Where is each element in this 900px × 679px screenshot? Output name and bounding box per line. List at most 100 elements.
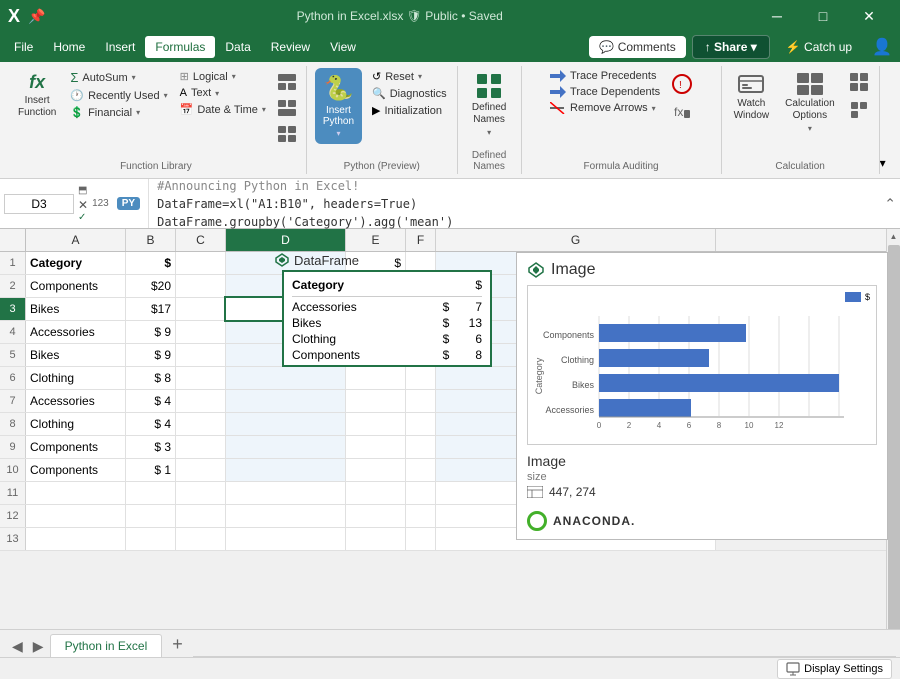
insert-python-button[interactable]: 🐍 InsertPython ▾ bbox=[315, 68, 362, 144]
scroll-up-button[interactable]: ▲ bbox=[887, 229, 900, 243]
close-button[interactable]: ✕ bbox=[846, 0, 892, 32]
cell-e7[interactable] bbox=[346, 390, 406, 412]
menu-home[interactable]: Home bbox=[43, 36, 95, 58]
cell-d12[interactable] bbox=[226, 505, 346, 527]
cell-a1[interactable]: Category bbox=[26, 252, 126, 274]
reset-button[interactable]: ↺ Reset ▾ bbox=[368, 68, 451, 85]
account-button[interactable]: 👤 bbox=[868, 33, 896, 61]
display-settings-button[interactable]: Display Settings bbox=[777, 659, 892, 679]
calc-sheet-button[interactable] bbox=[845, 98, 873, 122]
menu-insert[interactable]: Insert bbox=[95, 36, 145, 58]
cell-f10[interactable] bbox=[406, 459, 436, 481]
cell-b13[interactable] bbox=[126, 528, 176, 550]
row-header-1[interactable]: 1 bbox=[0, 252, 26, 274]
initialization-button[interactable]: ▶ Initialization bbox=[368, 102, 451, 119]
cell-a9[interactable]: Components bbox=[26, 436, 126, 458]
recently-used-button[interactable]: 🕐 Recently Used ▾ bbox=[66, 87, 171, 104]
error-check-button[interactable]: ! bbox=[668, 72, 696, 96]
cell-f11[interactable] bbox=[406, 482, 436, 504]
cell-d8[interactable] bbox=[226, 413, 346, 435]
cell-f7[interactable] bbox=[406, 390, 436, 412]
cell-reference-box[interactable] bbox=[4, 194, 74, 214]
maximize-button[interactable]: □ bbox=[800, 0, 846, 32]
scroll-thumb[interactable] bbox=[888, 245, 900, 632]
cell-a10[interactable]: Components bbox=[26, 459, 126, 481]
cell-f8[interactable] bbox=[406, 413, 436, 435]
cell-c12[interactable] bbox=[176, 505, 226, 527]
cell-b10[interactable]: $ 1 bbox=[126, 459, 176, 481]
remove-arrows-button[interactable]: Remove Arrows ▾ bbox=[546, 100, 664, 116]
ribbon-expand[interactable]: ▾ bbox=[880, 66, 886, 174]
text-button[interactable]: A Text ▾ bbox=[176, 85, 270, 101]
cell-b11[interactable] bbox=[126, 482, 176, 504]
cell-e8[interactable] bbox=[346, 413, 406, 435]
col-header-f[interactable]: F bbox=[406, 229, 436, 251]
cell-d11[interactable] bbox=[226, 482, 346, 504]
tab-prev-button[interactable]: ◀ bbox=[8, 636, 27, 657]
cell-d10[interactable] bbox=[226, 459, 346, 481]
cell-e9[interactable] bbox=[346, 436, 406, 458]
tab-next-button[interactable]: ▶ bbox=[29, 636, 48, 657]
cell-b4[interactable]: $ 9 bbox=[126, 321, 176, 343]
cell-a12[interactable] bbox=[26, 505, 126, 527]
row-header-11[interactable]: 11 bbox=[0, 482, 26, 504]
catchup-button[interactable]: ⚡ Catch up bbox=[776, 36, 862, 58]
row-header-4[interactable]: 4 bbox=[0, 321, 26, 343]
row-header-9[interactable]: 9 bbox=[0, 436, 26, 458]
watch-window-button[interactable]: WatchWindow bbox=[728, 68, 776, 126]
row-header-13[interactable]: 13 bbox=[0, 528, 26, 550]
cell-c7[interactable] bbox=[176, 390, 226, 412]
row-header-2[interactable]: 2 bbox=[0, 275, 26, 297]
expand-icon[interactable]: ⬒ bbox=[78, 185, 88, 196]
menu-data[interactable]: Data bbox=[215, 36, 260, 58]
cell-b6[interactable]: $ 8 bbox=[126, 367, 176, 389]
cell-a6[interactable]: Clothing bbox=[26, 367, 126, 389]
add-sheet-button[interactable]: + bbox=[164, 632, 191, 657]
cell-d6[interactable] bbox=[226, 367, 346, 389]
lookup-button[interactable] bbox=[274, 72, 300, 92]
share-button[interactable]: ↑ Share ▾ bbox=[692, 35, 770, 59]
datetime-button[interactable]: 📅 Date & Time ▾ bbox=[176, 101, 270, 118]
cell-a7[interactable]: Accessories bbox=[26, 390, 126, 412]
cell-c11[interactable] bbox=[176, 482, 226, 504]
cell-c2[interactable] bbox=[176, 275, 226, 297]
cell-e11[interactable] bbox=[346, 482, 406, 504]
cell-f12[interactable] bbox=[406, 505, 436, 527]
cell-c8[interactable] bbox=[176, 413, 226, 435]
col-header-d[interactable]: D bbox=[226, 229, 346, 251]
col-header-c[interactable]: C bbox=[176, 229, 226, 251]
row-header-6[interactable]: 6 bbox=[0, 367, 26, 389]
cell-e10[interactable] bbox=[346, 459, 406, 481]
cell-d13[interactable] bbox=[226, 528, 346, 550]
cell-d7[interactable] bbox=[226, 390, 346, 412]
col-header-b[interactable]: B bbox=[126, 229, 176, 251]
cell-e6[interactable] bbox=[346, 367, 406, 389]
checkmark-icon[interactable]: ✓ bbox=[78, 212, 88, 223]
evaluate-formula-button[interactable]: fx bbox=[668, 100, 696, 124]
menu-file[interactable]: File bbox=[4, 36, 43, 58]
cell-b7[interactable]: $ 4 bbox=[126, 390, 176, 412]
trace-precedents-button[interactable]: Trace Precedents bbox=[546, 68, 664, 84]
comments-button[interactable]: 💬 Comments bbox=[589, 36, 685, 58]
cell-c6[interactable] bbox=[176, 367, 226, 389]
autosum-button[interactable]: Σ AutoSum ▾ bbox=[66, 68, 171, 87]
menu-review[interactable]: Review bbox=[261, 36, 320, 58]
row-header-12[interactable]: 12 bbox=[0, 505, 26, 527]
cell-b2[interactable]: $20 bbox=[126, 275, 176, 297]
cell-c4[interactable] bbox=[176, 321, 226, 343]
cell-a2[interactable]: Components bbox=[26, 275, 126, 297]
math-button[interactable] bbox=[274, 98, 300, 118]
col-header-e[interactable]: E bbox=[346, 229, 406, 251]
calculation-options-button[interactable]: CalculationOptions ▾ bbox=[779, 68, 840, 137]
sheet-tab-python-in-excel[interactable]: Python in Excel bbox=[50, 634, 163, 657]
insert-function-button[interactable]: fx InsertFunction bbox=[12, 68, 62, 123]
cell-b9[interactable]: $ 3 bbox=[126, 436, 176, 458]
defined-names-button[interactable]: DefinedNames ▾ bbox=[466, 68, 512, 141]
cell-c1[interactable] bbox=[176, 252, 226, 274]
cell-a13[interactable] bbox=[26, 528, 126, 550]
pin-icon[interactable]: 📌 bbox=[28, 8, 45, 25]
cell-a5[interactable]: Bikes bbox=[26, 344, 126, 366]
row-header-3[interactable]: 3 bbox=[0, 298, 26, 320]
cell-b8[interactable]: $ 4 bbox=[126, 413, 176, 435]
row-header-10[interactable]: 10 bbox=[0, 459, 26, 481]
